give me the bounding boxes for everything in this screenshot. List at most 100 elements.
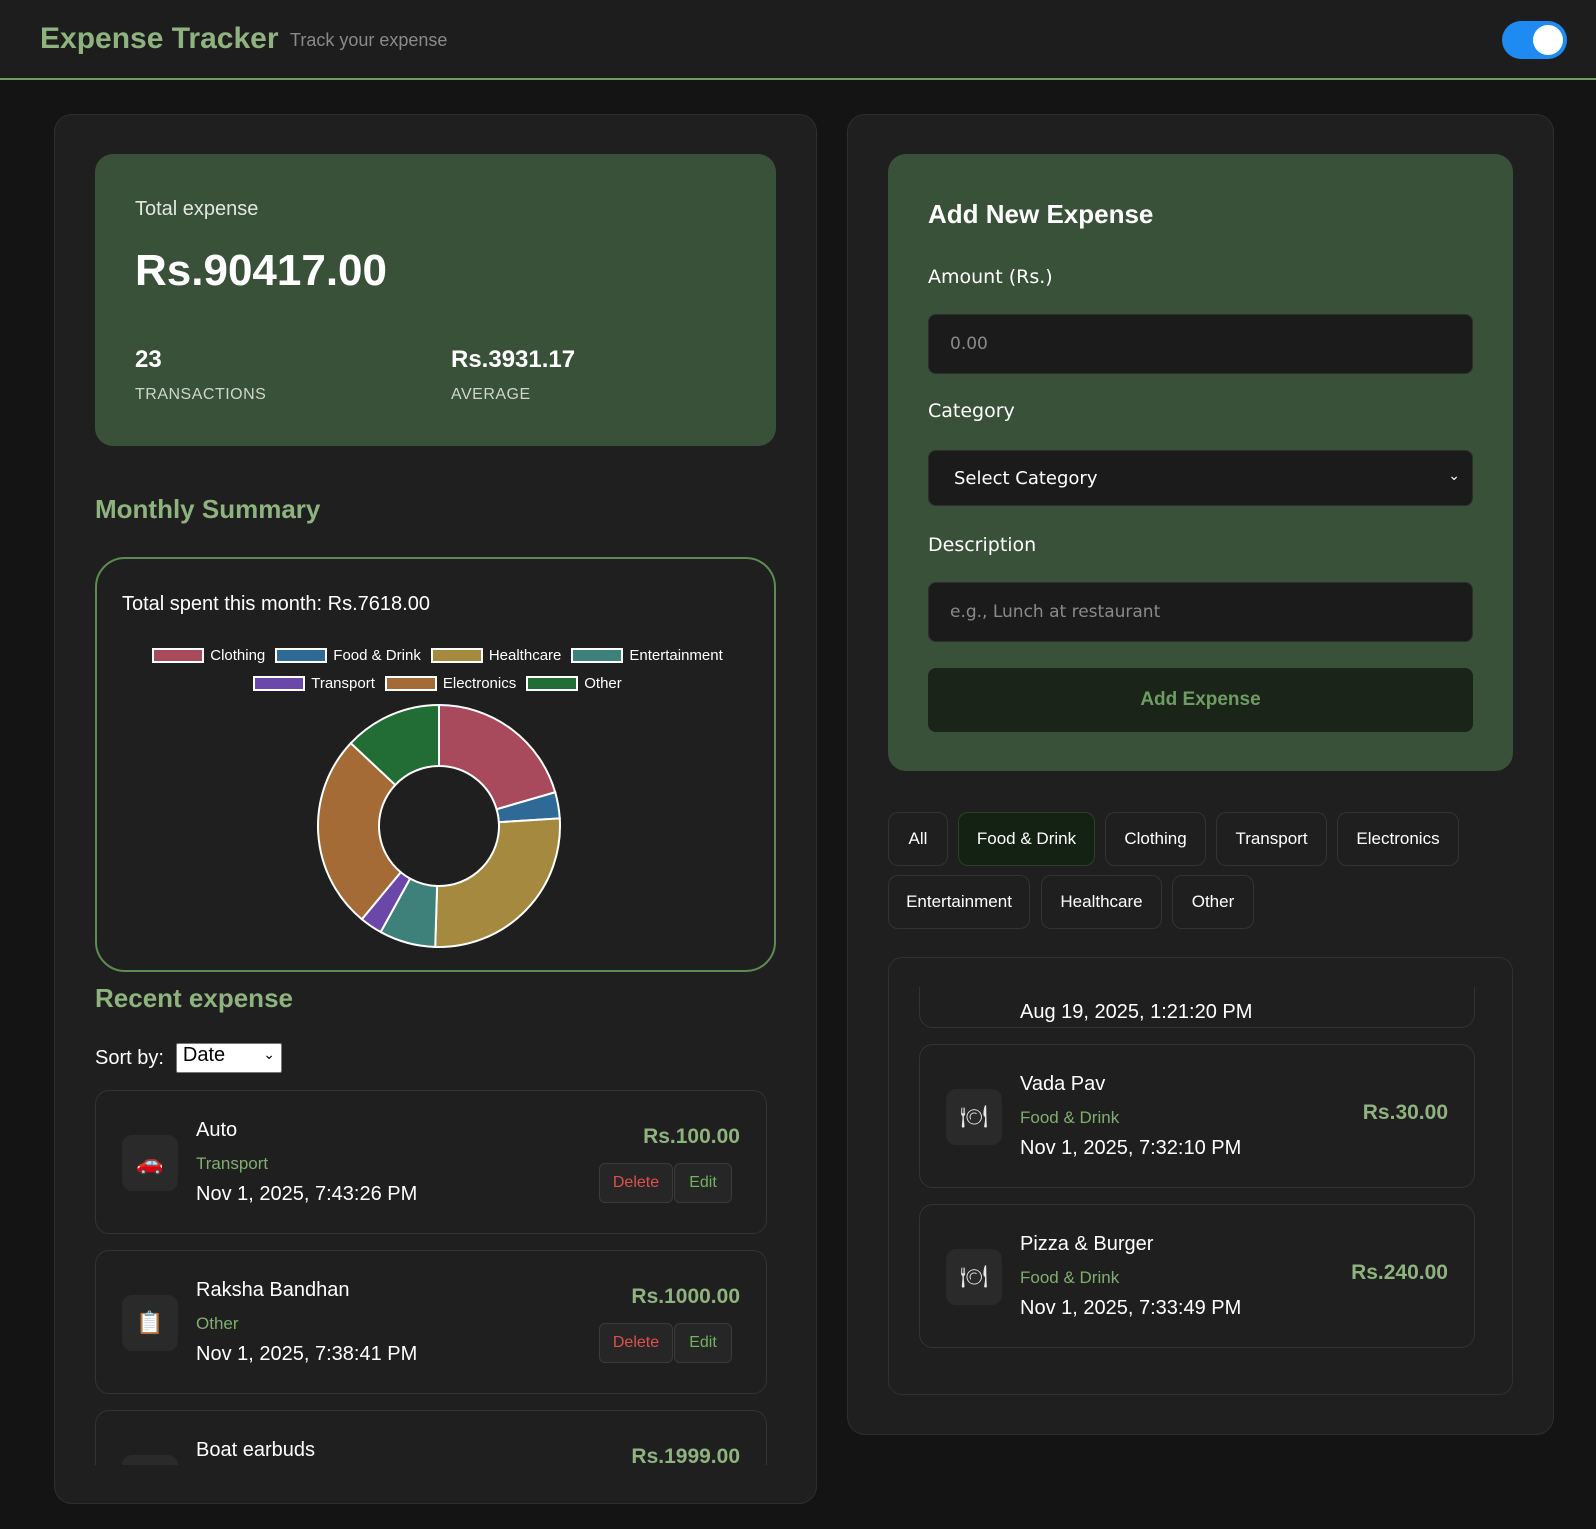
expense-amount: Rs.1999.00 [631, 1445, 740, 1465]
expense-category: Transport [196, 1154, 269, 1173]
total-expense-value: Rs.90417.00 [135, 246, 387, 295]
plate-icon: 🍽 [946, 1249, 1002, 1305]
expense-amount: Rs.100.00 [643, 1125, 740, 1148]
delete-button[interactable]: Delete [599, 1323, 673, 1363]
form-title: Add New Expense [928, 199, 1154, 229]
expense-item[interactable]: 🍽 Pizza & Burger Food & Drink Nov 1, 202… [919, 1204, 1475, 1348]
expense-name: Auto [196, 1119, 238, 1141]
donut-slice-clothing[interactable] [438, 703, 557, 811]
filter-chip-entertainment[interactable]: Entertainment [888, 875, 1030, 929]
amount-input[interactable]: 0.00 [928, 314, 1473, 374]
expense-date: Nov 1, 2025, 7:43:26 PM [196, 1183, 418, 1205]
legend-item-clothing[interactable]: Clothing [152, 647, 265, 664]
plate-icon: 🍽 [946, 1089, 1002, 1145]
filter-chip-other[interactable]: Other [1172, 875, 1254, 929]
description-label: Description [928, 534, 1037, 556]
total-expense-card: Total expense Rs.90417.00 23 TRANSACTION… [95, 154, 776, 446]
filter-chip-healthcare[interactable]: Healthcare [1041, 875, 1162, 929]
legend-item-entertainment[interactable]: Entertainment [571, 647, 723, 664]
average-label: AVERAGE [451, 386, 531, 403]
legend-swatch [275, 648, 328, 663]
category-value: Select Category [954, 467, 1098, 489]
sort-select[interactable]: Date ⌄ [175, 1043, 282, 1073]
chart-legend-row-1: Clothing Food & Drink Healthcare Enterta… [97, 647, 778, 664]
theme-toggle[interactable] [1502, 21, 1567, 59]
legend-swatch [430, 648, 483, 663]
expense-item[interactable]: 🚗 Auto Transport Nov 1, 2025, 7:43:26 PM… [95, 1090, 767, 1234]
expense-category: Food & Drink [1020, 1268, 1120, 1287]
chart-legend-row-2: Transport Electronics Other [97, 675, 778, 692]
legend-label: Healthcare [488, 647, 562, 664]
filter-chip-transport[interactable]: Transport [1216, 812, 1327, 866]
top-bar: Expense Tracker Track your expense [0, 0, 1596, 80]
toggle-knob [1533, 25, 1563, 55]
expense-name: Pizza & Burger [1020, 1233, 1154, 1255]
app-title: Expense Tracker [40, 22, 279, 55]
recent-expense-heading: Recent expense [95, 983, 293, 1013]
filtered-expense-list: Aug 19, 2025, 1:21:20 PM 🍽 Vada Pav Food… [888, 957, 1513, 1395]
expense-item[interactable]: 📋 Raksha Bandhan Other Nov 1, 2025, 7:38… [95, 1250, 767, 1394]
filter-chip-all[interactable]: All [888, 812, 948, 866]
headphones-icon: 🎧 [122, 1455, 178, 1465]
month-total-text: Total spent this month: Rs.7618.00 [122, 593, 430, 615]
delete-button[interactable]: Delete [599, 1163, 673, 1203]
sort-label: Sort by: [95, 1046, 164, 1069]
expense-name: Boat earbuds [196, 1439, 315, 1461]
recent-expense-list: 🚗 Auto Transport Nov 1, 2025, 7:43:26 PM… [95, 1090, 767, 1465]
expense-amount: Rs.30.00 [1362, 1101, 1448, 1124]
sort-value: Date [182, 1044, 226, 1066]
monthly-summary-card: Total spent this month: Rs.7618.00 Cloth… [95, 557, 776, 972]
filtered-list-viewport: Aug 19, 2025, 1:21:20 PM 🍽 Vada Pav Food… [919, 987, 1475, 1387]
expense-date: Nov 1, 2025, 7:33:49 PM [1020, 1297, 1242, 1319]
edit-button[interactable]: Edit [674, 1323, 732, 1363]
clipboard-icon: 📋 [122, 1295, 178, 1351]
description-input[interactable]: e.g., Lunch at restaurant [928, 582, 1473, 642]
legend-label: Other [584, 675, 622, 692]
legend-item-transport[interactable]: Transport [253, 675, 375, 692]
amount-label: Amount (Rs.) [928, 266, 1053, 288]
chevron-down-icon: ⌄ [263, 1046, 275, 1062]
expense-item[interactable]: 🍽 Vada Pav Food & Drink Nov 1, 2025, 7:3… [919, 1044, 1475, 1188]
legend-swatch [253, 676, 306, 691]
category-label: Category [928, 400, 1015, 422]
legend-label: Entertainment [629, 647, 723, 664]
expense-date: Nov 1, 2025, 7:38:41 PM [196, 1343, 418, 1365]
monthly-summary-heading: Monthly Summary [95, 494, 321, 524]
legend-swatch [526, 676, 579, 691]
legend-swatch [152, 648, 205, 663]
add-expense-button[interactable]: Add Expense [928, 668, 1473, 732]
sort-row: Sort by: Date ⌄ [95, 1043, 282, 1073]
transactions-count: 23 [135, 346, 162, 373]
legend-item-electronics[interactable]: Electronics [384, 675, 517, 692]
legend-swatch [571, 648, 624, 663]
donut-slice-healthcare[interactable] [434, 817, 561, 948]
legend-label: Food & Drink [333, 647, 421, 664]
transactions-label: TRANSACTIONS [135, 386, 267, 403]
expense-amount: Rs.1000.00 [631, 1285, 740, 1308]
expense-amount: Rs.240.00 [1351, 1261, 1448, 1284]
add-expense-form: Add New Expense Amount (Rs.) 0.00 Catego… [888, 154, 1513, 771]
expense-item-partial[interactable]: Aug 19, 2025, 1:21:20 PM [919, 987, 1475, 1028]
edit-button[interactable]: Edit [674, 1163, 732, 1203]
expense-date: Aug 19, 2025, 1:21:20 PM [1020, 1001, 1253, 1023]
legend-item-food-drink[interactable]: Food & Drink [275, 647, 421, 664]
car-icon: 🚗 [122, 1135, 178, 1191]
total-expense-label: Total expense [135, 198, 259, 220]
category-select[interactable]: Select Category ⌄ [928, 450, 1473, 506]
filter-chip-electronics[interactable]: Electronics [1337, 812, 1459, 866]
expense-item[interactable]: 🎧 Boat earbuds Rs.1999.00 [95, 1410, 767, 1465]
legend-item-healthcare[interactable]: Healthcare [430, 647, 562, 664]
expense-category: Food & Drink [1020, 1108, 1120, 1127]
expense-category: Other [196, 1314, 239, 1333]
legend-label: Electronics [442, 675, 517, 692]
legend-label: Clothing [210, 647, 266, 664]
legend-item-other[interactable]: Other [526, 675, 622, 692]
expense-name: Raksha Bandhan [196, 1279, 350, 1301]
legend-swatch [384, 676, 437, 691]
legend-label: Transport [311, 675, 375, 692]
filter-chip-clothing[interactable]: Clothing [1105, 812, 1206, 866]
expense-date: Nov 1, 2025, 7:32:10 PM [1020, 1137, 1242, 1159]
donut-chart [317, 703, 561, 948]
filter-chip-food-drink[interactable]: Food & Drink [958, 812, 1095, 866]
average-value: Rs.3931.17 [451, 346, 576, 373]
